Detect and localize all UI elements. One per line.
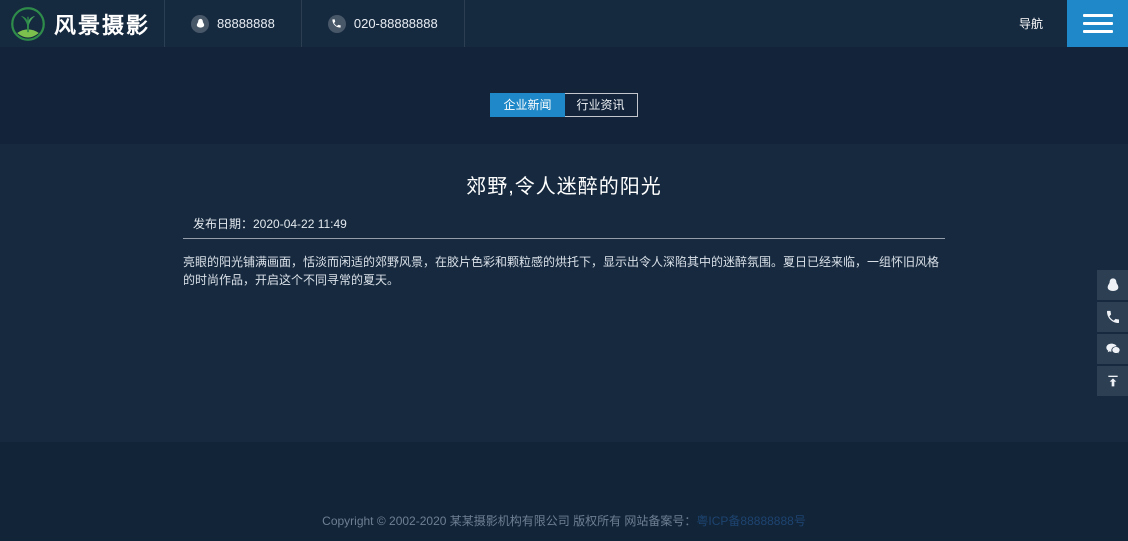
site-footer: Copyright © 2002-2020 某某摄影机构有限公司 版权所有 网站… [0, 442, 1128, 541]
tab-band: 企业新闻 行业资讯 [0, 47, 1128, 144]
wechat-contact-button[interactable] [1097, 334, 1128, 364]
logo-text: 风景摄影 [54, 12, 151, 38]
wechat-icon [1105, 343, 1120, 354]
contact-phone-number: 020-88888888 [353, 16, 438, 31]
article-section: 郊野,令人迷醉的阳光 发布日期：2020-04-22 11:49 亮眼的阳光铺满… [0, 144, 1128, 442]
phone-icon [327, 14, 346, 33]
news-tabs: 企业新闻 行业资讯 [0, 47, 1128, 117]
contact-qq: 88888888 [165, 0, 301, 47]
qq-contact-button[interactable] [1097, 270, 1128, 300]
back-to-top-button[interactable] [1097, 366, 1128, 396]
logo-plant-icon [11, 6, 45, 41]
article-title: 郊野,令人迷醉的阳光 [466, 176, 662, 198]
menu-button[interactable] [1067, 0, 1128, 47]
page: 风景摄影 88888888 020-88888888 导航 企业新闻 行业资讯 … [0, 0, 1128, 541]
nav-label[interactable]: 导航 [1019, 15, 1043, 32]
publish-date: 发布日期：2020-04-22 11:49 [193, 217, 347, 231]
copyright: Copyright © 2002-2020 某某摄影机构有限公司 版权所有 网站… [0, 442, 1128, 529]
site-header: 风景摄影 88888888 020-88888888 导航 [0, 0, 1128, 47]
phone-contact-button[interactable] [1097, 302, 1128, 332]
copyright-text: Copyright © 2002-2020 某某摄影机构有限公司 版权所有 网站… [322, 514, 697, 528]
article: 郊野,令人迷醉的阳光 发布日期：2020-04-22 11:49 亮眼的阳光铺满… [183, 144, 945, 289]
title-divider [183, 238, 945, 239]
qq-icon [191, 14, 210, 33]
contact-phone: 020-88888888 [302, 0, 464, 47]
icp-link[interactable]: 粤ICP备88888888号 [696, 514, 805, 528]
tab-company-news[interactable]: 企业新闻 [490, 93, 565, 117]
floating-toolbar [1097, 270, 1128, 396]
back-to-top-icon [1107, 375, 1118, 387]
phone-icon [1106, 310, 1119, 323]
contact-qq-number: 88888888 [217, 16, 275, 31]
hamburger-icon [1082, 14, 1113, 17]
qq-icon [1107, 278, 1118, 291]
header-spacer [465, 0, 1019, 47]
article-body: 亮眼的阳光铺满画面，恬淡而闲适的郊野风景，在胶片色彩和颗粒感的烘托下，显示出令人… [183, 255, 940, 287]
site-logo[interactable]: 风景摄影 [0, 0, 164, 47]
tab-industry-news[interactable]: 行业资讯 [564, 93, 638, 117]
